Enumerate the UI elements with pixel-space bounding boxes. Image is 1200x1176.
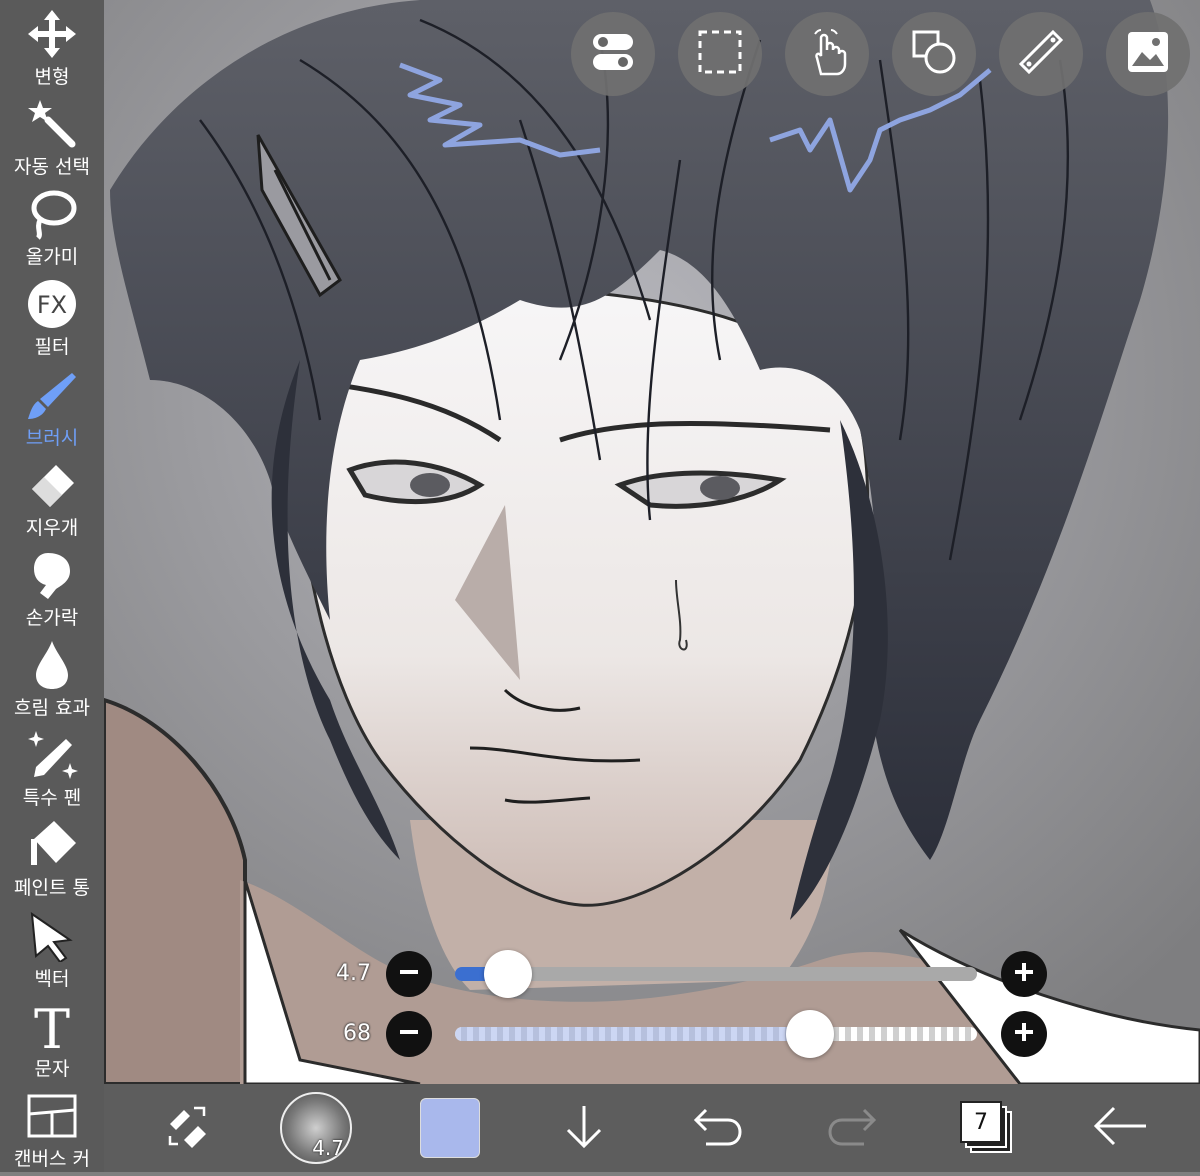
opacity-slider-fill — [455, 1027, 810, 1041]
tool-blur[interactable]: 흐림 효과 — [0, 631, 104, 721]
tool-paint-bucket[interactable]: 페인트 통 — [0, 811, 104, 901]
swap-tool-icon — [160, 1100, 212, 1156]
ruler-icon — [1017, 28, 1065, 80]
tool-label: 캔버스 커 — [14, 1147, 90, 1170]
smudge-finger-icon — [24, 547, 80, 603]
color-swatch — [420, 1098, 480, 1158]
tool-filter[interactable]: FX 필터 — [0, 270, 104, 360]
tool-label: 손가락 — [25, 606, 79, 629]
brush-size-slider-thumb[interactable] — [483, 950, 532, 998]
tool-magic-wand[interactable]: 자동 선택 — [0, 90, 104, 180]
color-button[interactable] — [402, 1084, 498, 1172]
back-arrow-icon — [1092, 1102, 1148, 1154]
toggle-settings-icon — [589, 28, 637, 80]
tool-brush[interactable]: 브러시 — [0, 361, 104, 451]
svg-text:T: T — [34, 1000, 70, 1052]
size-decrease-button[interactable] — [386, 951, 432, 997]
tool-frame[interactable]: 캔버스 커 — [0, 1082, 104, 1172]
lasso-icon — [24, 186, 80, 242]
brush-size-value: 4.7 — [336, 961, 371, 986]
download-button[interactable] — [536, 1084, 632, 1172]
brush-size-slider[interactable] — [455, 967, 977, 981]
opacity-increase-button[interactable] — [1001, 1011, 1047, 1057]
toggle-settings-button[interactable] — [571, 12, 655, 96]
blur-drop-icon — [24, 637, 80, 693]
fx-filter-icon: FX — [24, 276, 80, 332]
reference-image-icon — [1124, 28, 1172, 80]
minus-icon — [398, 961, 420, 987]
swap-tool-button[interactable] — [138, 1084, 234, 1172]
brush-preview-size: 4.7 — [312, 1136, 344, 1160]
tool-transform[interactable]: 변형 — [0, 0, 104, 90]
special-pen-icon — [24, 727, 80, 783]
redo-button[interactable] — [804, 1084, 900, 1172]
tool-label: 페인트 통 — [14, 877, 90, 900]
plus-icon — [1013, 1021, 1035, 1047]
magic-wand-icon — [24, 96, 80, 152]
download-arrow-icon — [560, 1102, 608, 1154]
tool-lasso[interactable]: 올가미 — [0, 180, 104, 270]
tool-label: 흐림 효과 — [14, 697, 90, 720]
paint-bucket-icon — [24, 817, 80, 873]
undo-icon — [692, 1100, 744, 1156]
tool-sidebar: 변형 자동 선택 올가미 FX 필터 브러시 지우개 손가락 흐림 효과 특수 … — [0, 0, 104, 1172]
tool-label: 벡터 — [34, 967, 70, 990]
brush-preview: 4.7 — [280, 1092, 352, 1164]
tool-label: 브러시 — [25, 426, 79, 449]
minus-icon — [398, 1021, 420, 1047]
gesture-hand-icon — [803, 28, 851, 80]
gesture-button[interactable] — [785, 12, 869, 96]
shape-icon — [910, 28, 958, 80]
layers-icon: 7 — [958, 1099, 1014, 1157]
transform-arrows-icon — [24, 6, 80, 62]
selection-icon — [696, 28, 744, 80]
opacity-value: 68 — [343, 1021, 371, 1046]
tool-label: 자동 선택 — [14, 156, 90, 179]
size-increase-button[interactable] — [1001, 951, 1047, 997]
reference-image-button[interactable] — [1106, 12, 1190, 96]
tool-label: 특수 펜 — [22, 787, 82, 810]
selection-button[interactable] — [678, 12, 762, 96]
opacity-slider-thumb[interactable] — [785, 1010, 834, 1058]
vector-cursor-icon — [24, 908, 80, 964]
opacity-decrease-button[interactable] — [386, 1011, 432, 1057]
tool-label: 문자 — [34, 1057, 70, 1080]
tool-label: 올가미 — [25, 246, 79, 269]
redo-icon — [826, 1100, 878, 1156]
layers-button[interactable]: 7 — [938, 1084, 1034, 1172]
ruler-button[interactable] — [999, 12, 1083, 96]
tool-eraser[interactable]: 지우개 — [0, 451, 104, 541]
tool-smudge[interactable]: 손가락 — [0, 541, 104, 631]
svg-text:FX: FX — [37, 291, 67, 319]
opacity-slider[interactable] — [455, 1027, 977, 1041]
tool-vector[interactable]: 벡터 — [0, 902, 104, 992]
undo-button[interactable] — [670, 1084, 766, 1172]
tool-text[interactable]: T 문자 — [0, 992, 104, 1082]
tool-label: 변형 — [34, 66, 70, 88]
brush-icon — [24, 367, 80, 423]
text-icon: T — [24, 998, 80, 1054]
brush-preview-button[interactable]: 4.7 — [268, 1084, 364, 1172]
back-button[interactable] — [1072, 1084, 1168, 1172]
eraser-icon — [24, 457, 80, 513]
layer-count: 7 — [960, 1101, 1002, 1143]
shape-button[interactable] — [892, 12, 976, 96]
tool-label: 지우개 — [25, 516, 79, 539]
bottom-toolbar: 4.7 7 — [104, 1084, 1200, 1172]
frame-icon — [24, 1088, 80, 1144]
plus-icon — [1013, 961, 1035, 987]
tool-label: 필터 — [34, 336, 70, 359]
tool-special-pen[interactable]: 특수 펜 — [0, 721, 104, 811]
